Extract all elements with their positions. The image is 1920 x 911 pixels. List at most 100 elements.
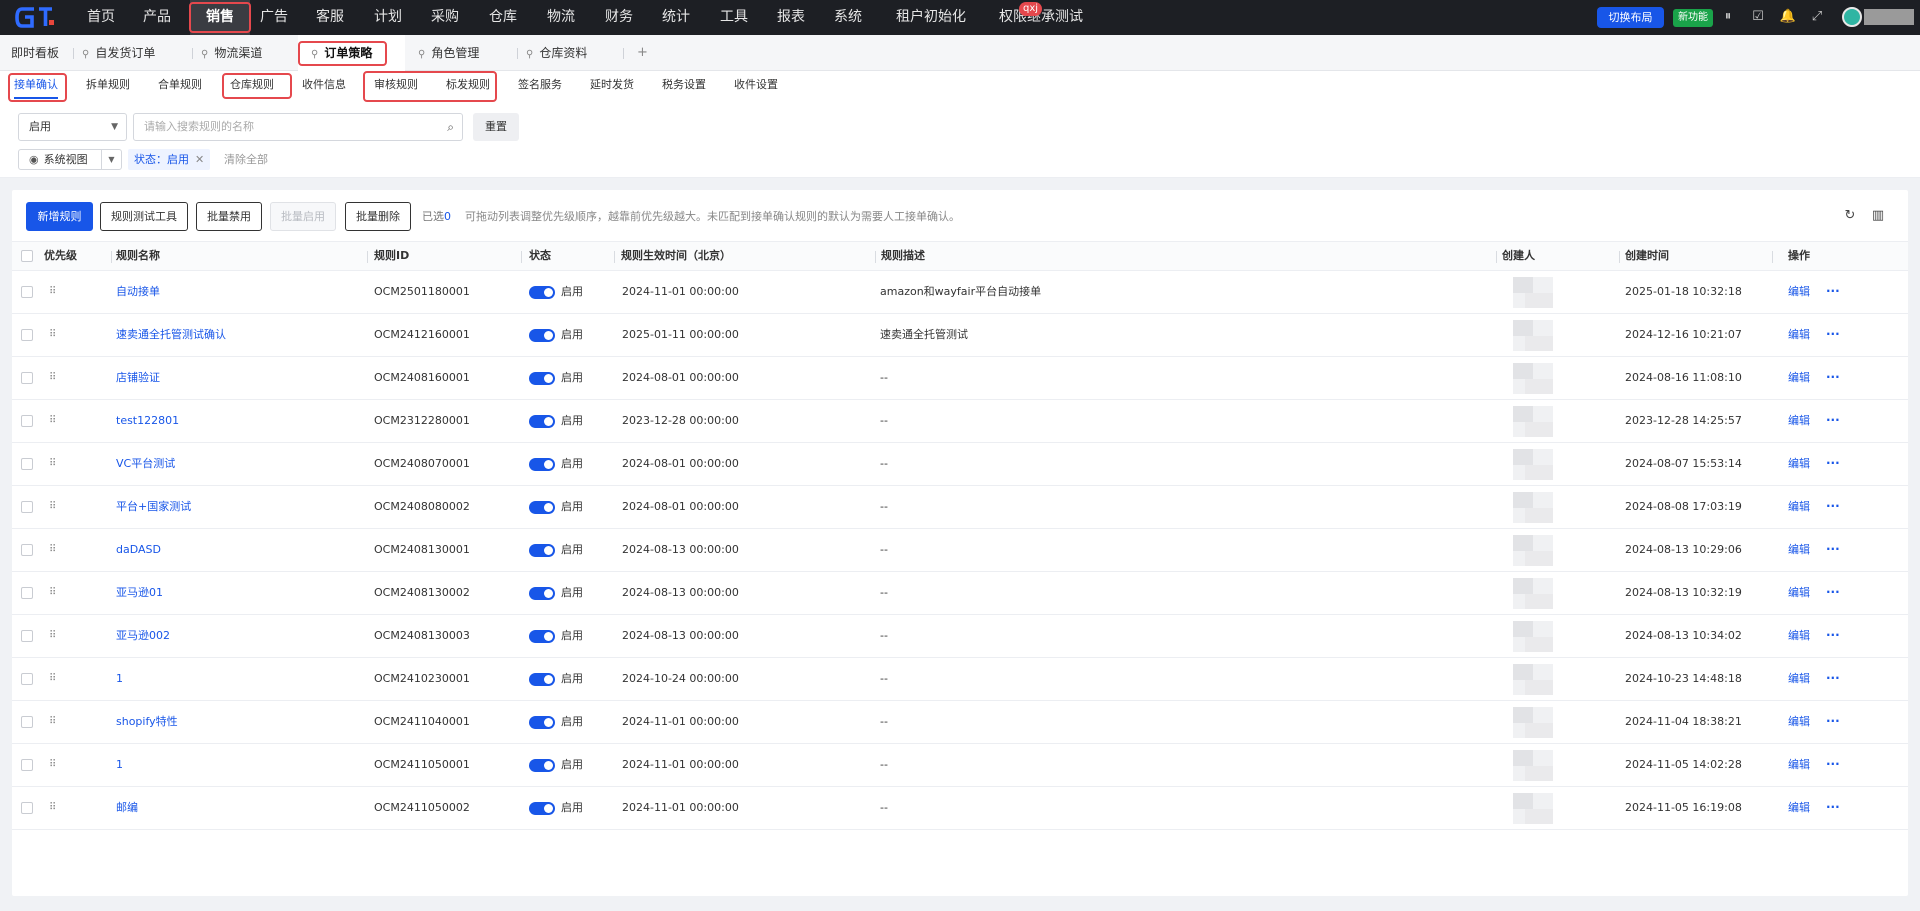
status-select[interactable]: 启用 ▼ xyxy=(18,113,127,141)
edit-link[interactable]: 编辑 xyxy=(1788,572,1810,614)
drag-handle-icon[interactable]: ⠿ xyxy=(49,286,57,298)
row-checkbox[interactable] xyxy=(21,587,33,599)
batch-disable-button[interactable]: 批量禁用 xyxy=(196,202,262,231)
nav-finance[interactable]: 财务 xyxy=(596,0,642,35)
drag-handle-icon[interactable]: ⠿ xyxy=(49,415,57,427)
nav-stats[interactable]: 统计 xyxy=(653,0,699,35)
refresh-icon[interactable]: ↻ xyxy=(1842,208,1858,224)
pin-icon[interactable]: ⚲ xyxy=(418,49,425,60)
status-toggle[interactable] xyxy=(529,501,555,514)
rule-name-link[interactable]: 1 xyxy=(116,658,123,700)
rule-name-link[interactable]: 自动接单 xyxy=(116,271,160,313)
more-actions-icon[interactable]: ··· xyxy=(1826,443,1840,485)
tab-self-ship-orders[interactable]: ⚲ 自发货订单 xyxy=(82,35,182,71)
pin-icon[interactable]: ⚲ xyxy=(82,49,89,60)
nav-purchase[interactable]: 采购 xyxy=(422,0,468,35)
subtab-signature-service[interactable]: 签名服务 xyxy=(518,71,562,103)
table-row[interactable]: ⠿ 1 OCM2410230001 启用 2024-10-24 00:00:00… xyxy=(12,658,1908,701)
edit-link[interactable]: 编辑 xyxy=(1788,486,1810,528)
row-checkbox[interactable] xyxy=(21,372,33,384)
drag-handle-icon[interactable]: ⠿ xyxy=(49,802,57,814)
subtab-recipient-settings[interactable]: 收件设置 xyxy=(734,71,778,103)
fullscreen-icon[interactable]: ⤢ xyxy=(1808,8,1826,26)
rule-name-link[interactable]: 亚马逊002 xyxy=(116,615,170,657)
nav-home[interactable]: 首页 xyxy=(78,0,124,35)
status-toggle[interactable] xyxy=(529,415,555,428)
more-actions-icon[interactable]: ··· xyxy=(1826,400,1840,442)
row-checkbox[interactable] xyxy=(21,415,33,427)
subtab-delayed-shipping[interactable]: 延时发货 xyxy=(590,71,634,103)
table-row[interactable]: ⠿ 店铺验证 OCM2408160001 启用 2024-08-01 00:00… xyxy=(12,357,1908,400)
rule-name-link[interactable]: 速卖通全托管测试确认 xyxy=(116,314,226,356)
app-logo[interactable] xyxy=(14,5,56,30)
row-checkbox[interactable] xyxy=(21,501,33,513)
close-icon[interactable]: ✕ xyxy=(195,153,204,166)
rule-name-link[interactable]: VC平台测试 xyxy=(116,443,175,485)
subtab-order-confirm[interactable]: 接单确认 xyxy=(14,71,58,103)
table-row[interactable]: ⠿ daDASD OCM2408130001 启用 2024-08-13 00:… xyxy=(12,529,1908,572)
more-actions-icon[interactable]: ··· xyxy=(1826,572,1840,614)
row-checkbox[interactable] xyxy=(21,286,33,298)
bell-icon[interactable]: 🔔 xyxy=(1779,8,1797,26)
subtab-mark-ship-rules[interactable]: 标发规则 xyxy=(446,71,490,103)
more-actions-icon[interactable]: ··· xyxy=(1826,529,1840,571)
new-feature-badge[interactable]: 新功能 xyxy=(1673,9,1713,27)
filter-chip-status[interactable]: 状态：启用 ✕ xyxy=(128,149,211,170)
pause-icon[interactable]: ⏸ xyxy=(1719,8,1737,26)
rule-name-link[interactable]: 亚马逊01 xyxy=(116,572,163,614)
row-checkbox[interactable] xyxy=(21,716,33,728)
task-icon[interactable]: ☑ xyxy=(1749,8,1767,26)
add-tab-button[interactable]: + xyxy=(637,35,649,71)
edit-link[interactable]: 编辑 xyxy=(1788,400,1810,442)
drag-handle-icon[interactable]: ⠿ xyxy=(49,544,57,556)
tab-role-management[interactable]: ⚲ 角色管理 xyxy=(418,35,508,71)
rule-name-link[interactable]: 平台+国家测试 xyxy=(116,486,191,528)
edit-link[interactable]: 编辑 xyxy=(1788,443,1810,485)
more-actions-icon[interactable]: ··· xyxy=(1826,357,1840,399)
table-row[interactable]: ⠿ 平台+国家测试 OCM2408080002 启用 2024-08-01 00… xyxy=(12,486,1908,529)
table-row[interactable]: ⠿ shopify特性 OCM2411040001 启用 2024-11-01 … xyxy=(12,701,1908,744)
drag-handle-icon[interactable]: ⠿ xyxy=(49,372,57,384)
rule-name-link[interactable]: 1 xyxy=(116,744,123,786)
view-select[interactable]: ◉ 系统视图 ▼ xyxy=(18,149,122,170)
edit-link[interactable]: 编辑 xyxy=(1788,529,1810,571)
tab-warehouse-info[interactable]: ⚲ 仓库资料 xyxy=(526,35,616,71)
row-checkbox[interactable] xyxy=(21,544,33,556)
subtab-tax-settings[interactable]: 税务设置 xyxy=(662,71,706,103)
edit-link[interactable]: 编辑 xyxy=(1788,744,1810,786)
row-checkbox[interactable] xyxy=(21,673,33,685)
subtab-split-rules[interactable]: 拆单规则 xyxy=(86,71,130,103)
nav-service[interactable]: 客服 xyxy=(307,0,353,35)
avatar[interactable] xyxy=(1842,7,1862,27)
row-checkbox[interactable] xyxy=(21,802,33,814)
drag-handle-icon[interactable]: ⠿ xyxy=(49,501,57,513)
status-toggle[interactable] xyxy=(529,802,555,815)
edit-link[interactable]: 编辑 xyxy=(1788,787,1810,829)
batch-enable-button[interactable]: 批量启用 xyxy=(270,202,336,231)
table-row[interactable]: ⠿ 亚马逊002 OCM2408130003 启用 2024-08-13 00:… xyxy=(12,615,1908,658)
more-actions-icon[interactable]: ··· xyxy=(1826,787,1840,829)
tab-logistics-channel[interactable]: ⚲ 物流渠道 xyxy=(201,35,291,71)
row-checkbox[interactable] xyxy=(21,630,33,642)
more-actions-icon[interactable]: ··· xyxy=(1826,271,1840,313)
status-toggle[interactable] xyxy=(529,458,555,471)
status-toggle[interactable] xyxy=(529,372,555,385)
column-settings-icon[interactable]: ▥ xyxy=(1870,208,1886,224)
row-checkbox[interactable] xyxy=(21,458,33,470)
search-icon[interactable]: ⌕ xyxy=(447,114,454,140)
search-input[interactable]: 请输入搜索规则的名称 ⌕ xyxy=(133,113,463,141)
select-all-checkbox[interactable] xyxy=(21,250,33,262)
rule-name-link[interactable]: shopify特性 xyxy=(116,701,178,743)
clear-all-link[interactable]: 清除全部 xyxy=(224,149,268,170)
status-toggle[interactable] xyxy=(529,759,555,772)
table-row[interactable]: ⠿ 邮编 OCM2411050002 启用 2024-11-01 00:00:0… xyxy=(12,787,1908,830)
rule-name-link[interactable]: 店铺验证 xyxy=(116,357,160,399)
drag-handle-icon[interactable]: ⠿ xyxy=(49,716,57,728)
rule-name-link[interactable]: test122801 xyxy=(116,400,179,442)
switch-layout-button[interactable]: 切换布局 xyxy=(1597,7,1664,28)
drag-handle-icon[interactable]: ⠿ xyxy=(49,673,57,685)
nav-tenant-init[interactable]: 租户初始化 xyxy=(887,0,975,35)
row-checkbox[interactable] xyxy=(21,329,33,341)
tab-dashboard[interactable]: 即时看板 xyxy=(11,35,71,71)
nav-sales[interactable]: 销售 xyxy=(190,0,250,35)
